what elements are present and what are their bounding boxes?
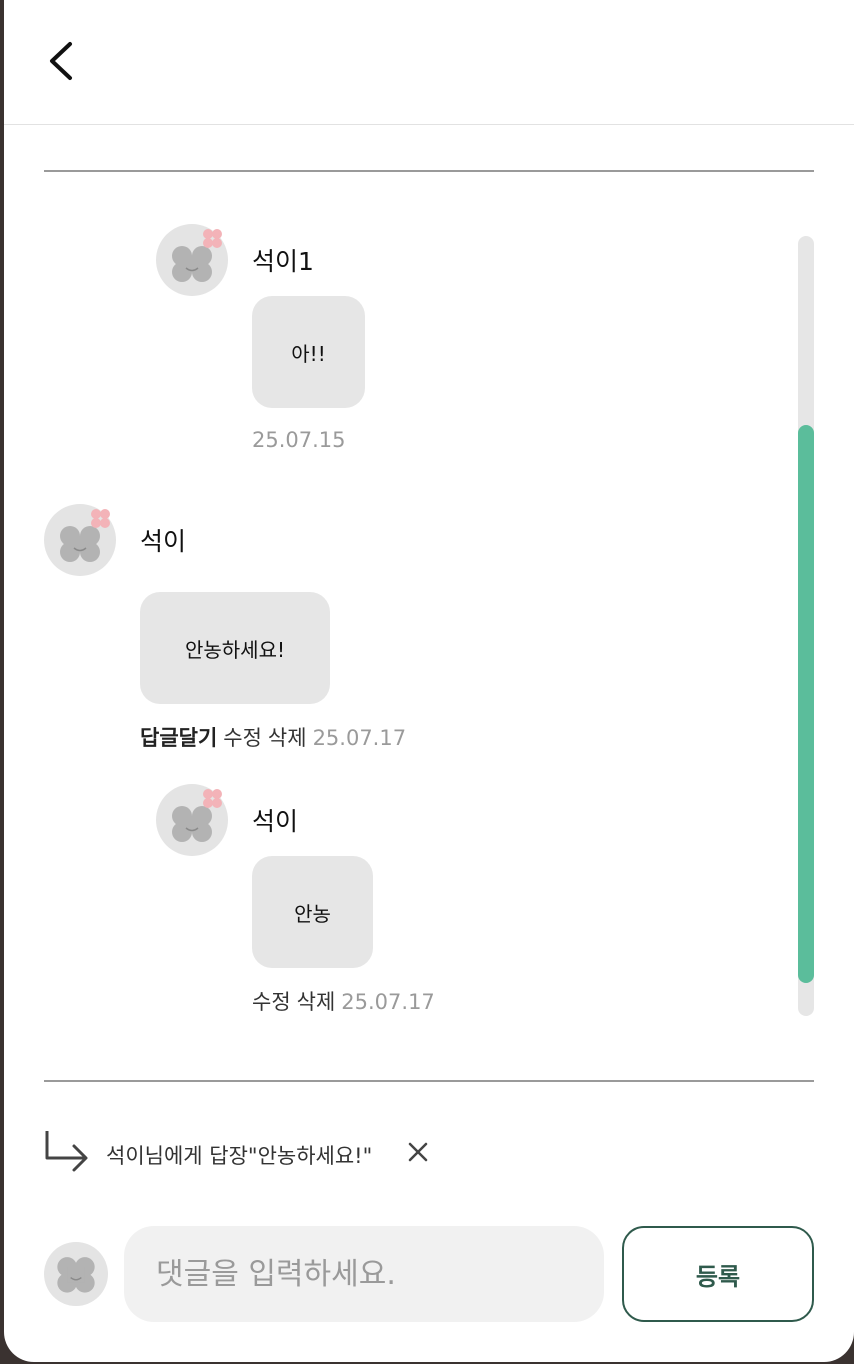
header (4, 0, 854, 125)
comment-date: 25.07.17 (341, 990, 435, 1014)
avatar (156, 784, 228, 856)
my-avatar (44, 1242, 108, 1306)
avatar (156, 224, 228, 296)
delete-link[interactable]: 삭제 (268, 726, 307, 750)
comment-input[interactable] (124, 1226, 604, 1322)
reply-arrow-icon (45, 1131, 88, 1172)
avatar (44, 504, 116, 576)
comment-text: 아!! (291, 341, 326, 366)
top-divider (44, 170, 814, 172)
reply-target-text: 석이님에게 답장"안농하세요!" (106, 1144, 373, 1168)
edit-link[interactable]: 수정 (223, 726, 262, 750)
comments-screen: 석이1 아!! 25.07.15 석이 안농하세요! 답글달기 수정 삭제 25.07… (4, 0, 854, 1362)
scrollbar-thumb[interactable] (798, 425, 814, 983)
comment-date: 25.07.17 (312, 726, 407, 750)
clover-avatar-icon (172, 229, 222, 282)
comment-text: 안농 (294, 901, 331, 926)
comment-bubble: 안농하세요! (140, 592, 330, 704)
edit-link[interactable]: 수정 (252, 990, 291, 1014)
comment-author: 석이 (252, 807, 299, 836)
submit-button-label: 등록 (695, 1262, 741, 1291)
comment-text: 안농하세요! (184, 637, 286, 662)
comment-author: 석이 (140, 527, 187, 556)
reply-target-bar: 석이님에게 답장"안농하세요!" (44, 1128, 464, 1180)
bottom-divider (44, 1080, 814, 1082)
clover-avatar-icon (172, 789, 222, 842)
comment-bubble: 안농 (252, 856, 373, 968)
clover-avatar-icon (60, 509, 110, 562)
comment-date: 25.07.15 (252, 428, 346, 452)
submit-button[interactable]: 등록 (622, 1226, 814, 1322)
delete-link[interactable]: 삭제 (297, 990, 336, 1014)
comment-bubble: 아!! (252, 296, 365, 408)
comment-actions: 답글달기 수정 삭제 25.07.17 (140, 722, 406, 752)
comment-author: 석이1 (252, 247, 314, 276)
back-button[interactable] (44, 40, 84, 82)
clover-avatar-icon (57, 1257, 95, 1293)
close-icon (408, 1142, 428, 1162)
comment-actions: 수정 삭제 25.07.17 (252, 986, 435, 1016)
reply-link[interactable]: 답글달기 (140, 726, 217, 750)
chevron-left-icon (50, 42, 72, 80)
cancel-reply-button[interactable] (406, 1140, 430, 1164)
